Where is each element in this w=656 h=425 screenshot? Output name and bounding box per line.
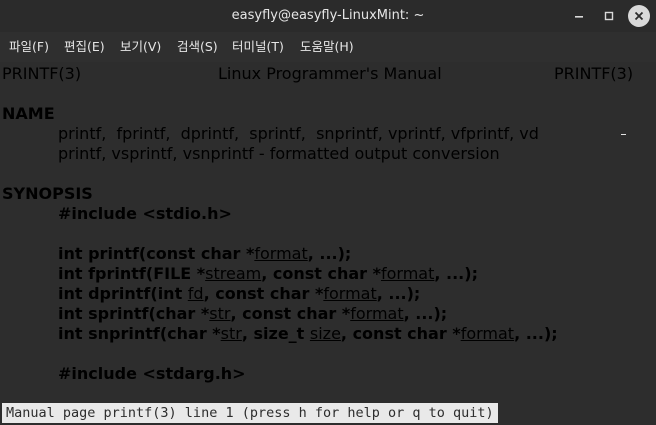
maximize-icon[interactable] bbox=[598, 5, 620, 27]
proto-snprintf: int snprintf(char *str, size_t size, con… bbox=[58, 324, 558, 343]
window-title: easyfly@easyfly-LinuxMint: ~ bbox=[231, 8, 425, 23]
proto-dprintf: int dprintf(int fd, const char *format, … bbox=[58, 284, 421, 303]
menu-terminal[interactable]: 터미널(T) bbox=[232, 32, 284, 62]
close-icon[interactable] bbox=[628, 5, 650, 27]
proto-sprintf: int sprintf(char *str, const char *forma… bbox=[58, 304, 448, 323]
section-synopsis-heading: SYNOPSIS bbox=[2, 184, 93, 203]
include-stdio: #include <stdio.h> bbox=[58, 204, 232, 223]
man-header-center: Linux Programmer's Manual bbox=[218, 64, 442, 83]
minimize-icon[interactable] bbox=[568, 5, 590, 27]
terminal-window: easyfly@easyfly-LinuxMint: ~ 파일(F) 편집(E)… bbox=[0, 0, 656, 425]
man-header-left: PRINTF(3) bbox=[2, 64, 82, 83]
section-name-heading: NAME bbox=[2, 104, 55, 123]
man-header-right: PRINTF(3) bbox=[554, 64, 634, 83]
title-bar[interactable]: easyfly@easyfly-LinuxMint: ~ bbox=[0, 0, 656, 32]
name-line-1: printf, fprintf, dprintf, sprintf, snpri… bbox=[58, 124, 539, 143]
proto-fprintf: int fprintf(FILE *stream, const char *fo… bbox=[58, 264, 478, 283]
include-stdarg: #include <stdarg.h> bbox=[58, 364, 246, 383]
menu-view[interactable]: 보기(V) bbox=[120, 32, 161, 62]
line-wrap-marker bbox=[621, 134, 626, 135]
menu-bar: 파일(F) 편집(E) 보기(V) 검색(S) 터미널(T) 도움말(H) bbox=[0, 32, 656, 62]
menu-file[interactable]: 파일(F) bbox=[9, 32, 49, 62]
proto-printf: int printf(const char *format, ...); bbox=[58, 244, 352, 263]
menu-search[interactable]: 검색(S) bbox=[177, 32, 218, 62]
pager-status-line: Manual page printf(3) line 1 (press h fo… bbox=[2, 403, 498, 423]
menu-edit[interactable]: 편집(E) bbox=[64, 32, 105, 62]
name-line-2: printf, vsprintf, vsnprintf - formatted … bbox=[58, 144, 500, 163]
menu-help[interactable]: 도움말(H) bbox=[300, 32, 354, 62]
